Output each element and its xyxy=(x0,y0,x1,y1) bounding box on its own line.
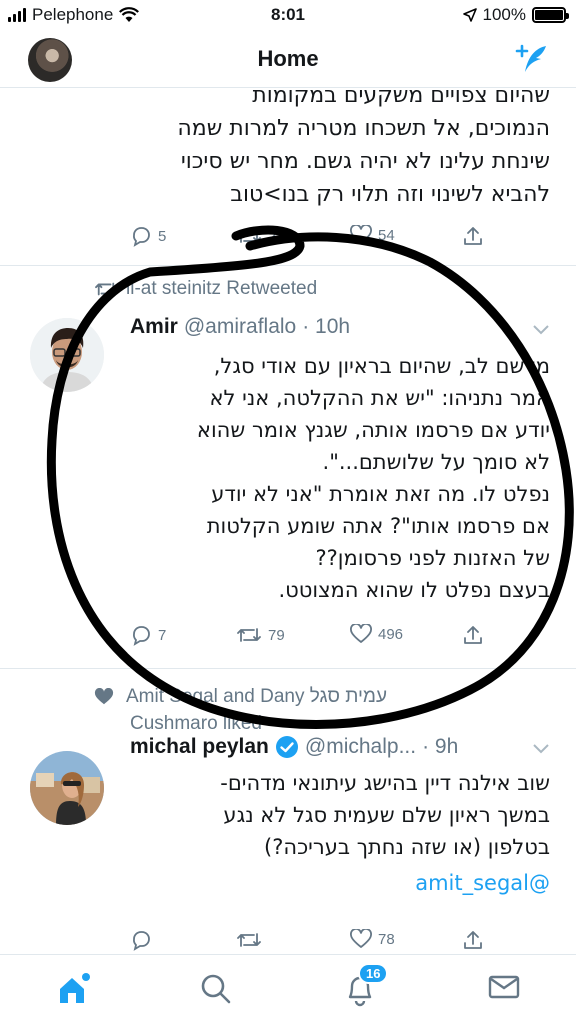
like-icon xyxy=(350,929,372,948)
tab-search[interactable] xyxy=(200,973,232,1010)
retweet-icon xyxy=(237,229,261,243)
share-icon xyxy=(464,626,482,644)
like-icon xyxy=(94,687,114,704)
chevron-down-icon[interactable] xyxy=(532,743,550,755)
display-name[interactable]: michal peylan xyxy=(130,735,269,759)
user-handle[interactable]: @amiraflalo xyxy=(184,315,296,339)
like-button[interactable]: 496 xyxy=(350,624,403,644)
tab-notifications[interactable]: 16 xyxy=(344,963,389,1012)
tweet-actions: 78 xyxy=(0,927,576,954)
tweet-text-line: אמר נתניהו: "יש את ההקלטה, אני לא xyxy=(209,386,550,410)
share-icon xyxy=(464,227,482,245)
tweet-text-line: שינחת עלינו לא יהיה גשם. מחר יש סיכוי xyxy=(180,149,550,174)
reply-button[interactable]: 7 xyxy=(130,624,166,646)
location-arrow-icon xyxy=(462,8,477,22)
like-icon xyxy=(350,225,372,244)
avatar-image xyxy=(30,318,104,392)
like-count: 78 xyxy=(378,930,395,948)
reply-count: 7 xyxy=(158,626,167,644)
tweet-text-line: בטלפון (או שזה נחתך בעריכה?) xyxy=(264,835,550,859)
tweet[interactable]: li-at steinitz Retweeted Amir @amiraflal… xyxy=(0,266,576,668)
tweet-text-line: לא סומך על שלושתם...". xyxy=(322,450,550,474)
reply-button[interactable]: 5 xyxy=(130,225,166,247)
like-count: 496 xyxy=(378,625,404,643)
tweet-text-line: מי שם לב, שהיום בראיון עם אודי סגל, xyxy=(213,354,550,378)
like-context-line: Cushmaro liked xyxy=(130,713,262,734)
chevron-down-icon[interactable] xyxy=(532,324,550,336)
tweet[interactable]: שהיום צפויים משקעים במקומות הנמוכים, אל … xyxy=(0,89,576,256)
page-title: Home xyxy=(257,46,319,71)
retweet-context-text: li-at steinitz Retweeted xyxy=(126,278,318,299)
share-button[interactable] xyxy=(462,929,484,951)
search-icon xyxy=(201,974,231,1004)
tweet-text-line: של האזנות לפני פרסומן?? xyxy=(315,546,550,570)
share-icon xyxy=(464,931,482,949)
battery-percent: 100% xyxy=(482,5,526,24)
tweet-text-line: בעצם נפלט לו שהוא המצוטט. xyxy=(278,578,550,602)
reply-icon xyxy=(133,626,150,646)
notification-badge: 16 xyxy=(358,963,389,984)
tweet-text-line: נפלט לו. מה זאת אומרת "אני לא יודע xyxy=(211,482,550,506)
like-button[interactable]: 78 xyxy=(350,929,395,949)
battery-icon xyxy=(532,7,569,23)
tweet-text: שהיום צפויים משקעים במקומות הנמוכים, אל … xyxy=(0,89,576,211)
tab-messages[interactable] xyxy=(488,973,520,1006)
tab-home[interactable] xyxy=(56,973,92,1012)
retweet-button[interactable]: 2 xyxy=(236,225,276,247)
like-count: 54 xyxy=(378,226,395,244)
tweet-text-line: אם פרסמו אותו"? אתה שומע הקלטות xyxy=(206,514,550,538)
display-name[interactable]: Amir xyxy=(130,315,178,339)
retweet-button[interactable]: 79 xyxy=(236,624,285,646)
tweet-time: · 9h xyxy=(422,735,459,758)
verified-icon xyxy=(275,736,298,758)
retweet-context: li-at steinitz Retweeted xyxy=(94,278,317,300)
retweet-icon xyxy=(95,282,117,296)
reply-icon xyxy=(133,931,150,951)
tweet[interactable]: Amit Segal and Dany עמית סגל Cushmaro li… xyxy=(0,669,576,954)
status-right: 100% xyxy=(462,5,569,25)
tweet-text-line: הנמוכים, אל תשכחו מטריה למרות שמה xyxy=(177,116,550,141)
retweet-count: 79 xyxy=(268,626,285,644)
avatar[interactable] xyxy=(30,751,104,825)
tweet-time: · 10h xyxy=(302,315,351,338)
retweet-icon xyxy=(237,628,261,642)
tweet-text-line: להביא לשינוי וזה תלוי רק בנו>טוב xyxy=(230,182,550,207)
top-header: Home xyxy=(0,32,576,88)
retweet-icon xyxy=(237,933,261,947)
tweet-text-line: שהיום צפויים משקעים במקומות xyxy=(252,89,550,108)
battery-level xyxy=(535,10,563,20)
reply-icon xyxy=(133,227,150,247)
tweet-text: מי שם לב, שהיום בראיון עם אודי סגל, אמר … xyxy=(118,350,576,606)
tweet-text: שוב אילנה דיין בהישג עיתונאי מדהים- במשך… xyxy=(118,767,576,899)
tweet-actions: 7 79 496 xyxy=(0,622,576,652)
tweet-header: Amir @amiraflalo · 10h xyxy=(130,315,350,339)
like-icon xyxy=(350,624,372,643)
tweet-actions: 5 2 54 xyxy=(0,223,576,253)
reply-button[interactable] xyxy=(130,929,152,951)
tweet-header: michal peylan @michalp... · 9h xyxy=(130,735,458,759)
user-handle[interactable]: @michalp... xyxy=(305,735,416,759)
like-context: Amit Segal and Dany עמית סגל Cushmaro li… xyxy=(94,683,387,737)
compose-icon[interactable] xyxy=(514,42,550,78)
share-button[interactable] xyxy=(462,225,484,247)
share-button[interactable] xyxy=(462,624,484,646)
tweet-text-line: במשך ראיון שלם שעמית סגל לא נגע xyxy=(223,803,550,827)
retweet-button[interactable] xyxy=(236,929,262,951)
tweet-text-line: יודע אם פרסמו אותה, שגנץ אומר שהוא xyxy=(196,418,550,442)
retweet-count: 2 xyxy=(268,227,277,245)
avatar-image xyxy=(30,751,104,825)
messages-icon xyxy=(488,975,520,999)
like-button[interactable]: 54 xyxy=(350,225,395,245)
bottom-tab-bar: 16 xyxy=(0,954,576,1024)
tweet-text-line: שוב אילנה דיין בהישג עיתונאי מדהים- xyxy=(220,771,550,795)
timeline-feed[interactable]: שהיום צפויים משקעים במקומות הנמוכים, אל … xyxy=(0,89,576,954)
avatar[interactable] xyxy=(30,318,104,392)
like-context-line: Amit Segal and Dany עמית סגל xyxy=(126,686,388,707)
status-bar: Pelephone 8:01 100% xyxy=(0,0,576,32)
mention-link[interactable]: @amit_segal xyxy=(118,867,550,899)
reply-count: 5 xyxy=(158,227,167,245)
home-icon xyxy=(60,973,90,1003)
